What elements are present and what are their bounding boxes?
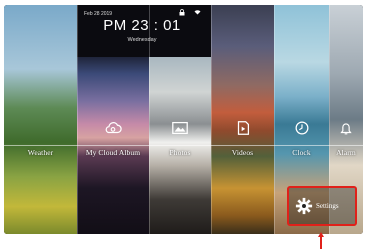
lock-icon xyxy=(179,9,185,16)
tile-divider-line xyxy=(77,145,149,146)
tile-label: Videos xyxy=(231,148,254,157)
status-time: PM 23 : 01 xyxy=(103,17,181,34)
videos-icon xyxy=(237,121,249,135)
tile-divider-line xyxy=(274,145,329,146)
tile-divider-line xyxy=(149,145,211,146)
tile-label: Clock xyxy=(292,148,311,157)
tile-label: Alarm xyxy=(336,148,356,157)
tile-label: My Cloud Album xyxy=(85,148,141,157)
tile-divider-line xyxy=(4,145,77,146)
pointer-arrow-icon xyxy=(318,232,324,249)
settings-button[interactable]: Settings xyxy=(287,186,357,226)
cloud-album-icon xyxy=(105,122,122,134)
photos-icon xyxy=(172,121,188,135)
tile-weather[interactable]: Weather xyxy=(4,5,77,234)
tile-videos[interactable]: Videos xyxy=(211,5,274,234)
status-day: Wednesday xyxy=(127,37,157,43)
tile-divider-line xyxy=(211,145,274,146)
panel-divider xyxy=(211,5,212,234)
status-bar: Feb 28 2019 PM 23 : 01 Wednesday xyxy=(77,5,201,57)
panel-divider xyxy=(149,5,150,234)
panel-divider xyxy=(77,5,78,234)
gear-icon xyxy=(295,197,313,215)
tile-divider-line xyxy=(329,145,363,146)
tile-label: Photos xyxy=(169,148,191,157)
clock-icon xyxy=(295,121,308,135)
tile-label: Weather xyxy=(27,148,54,157)
panel-divider xyxy=(274,5,275,234)
wifi-icon xyxy=(194,10,201,15)
alarm-icon xyxy=(340,123,352,135)
settings-label: Settings xyxy=(316,202,339,210)
